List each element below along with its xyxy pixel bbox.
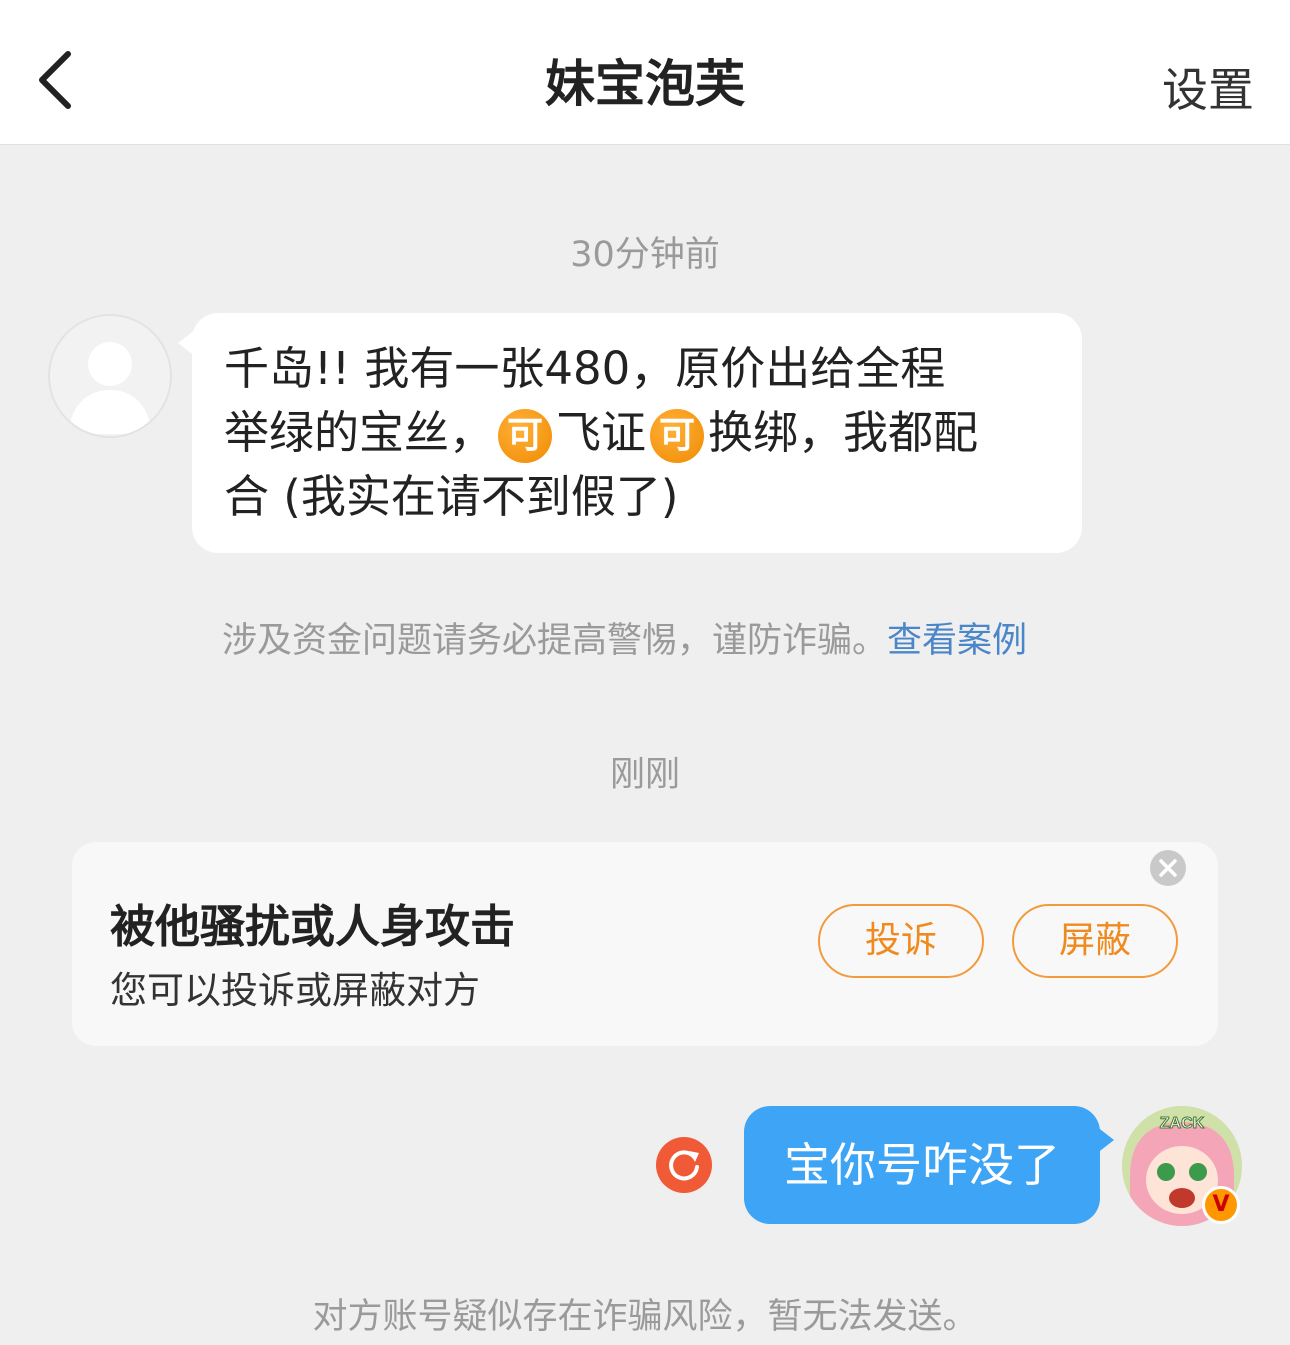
svg-text:ZACK: ZACK [1160,1115,1205,1132]
bubble-tail [1096,1126,1114,1154]
settings-button[interactable]: 设置 [1162,54,1254,120]
card-subtitle: 您可以投诉或屏蔽对方 [110,969,480,1012]
fraud-warning-text: 涉及资金问题请务必提高警惕，谨防诈骗。 [222,621,888,661]
chat-title: 妹宝泡芙 [545,55,745,113]
top-nav-bar: 妹宝泡芙 设置 [0,0,1290,145]
bubble-tail [178,329,196,357]
message-text: 举绿的宝丝， [224,406,495,459]
avatar[interactable] [48,314,172,438]
incoming-message-bubble[interactable]: 千岛!! 我有一张480，原价出给全程 举绿的宝丝，可飞证可换绑，我都配 合 (… [178,313,1082,553]
timestamp: 30分钟前 [570,235,720,275]
message-text: 换绑，我都配 [708,406,979,459]
close-icon [1159,859,1177,877]
refresh-icon [669,1150,699,1181]
block-button[interactable]: 屏蔽 [1012,904,1178,978]
harassment-card: 被他骚扰或人身攻击 您可以投诉或屏蔽对方 投诉 屏蔽 [72,842,1218,1046]
ke-emoji-icon: 可 [498,409,553,463]
send-failed-notice: 对方账号疑似存在诈骗风险，暂无法发送。 [312,1297,978,1337]
report-button[interactable]: 投诉 [818,904,984,978]
message-text: 飞证 [556,406,647,459]
close-card-button[interactable] [1150,850,1186,886]
message-line: 合 (我实在请不到假了) [224,470,679,523]
fraud-warning: 涉及资金问题请务必提高警惕，谨防诈骗。查看案例 [222,612,1027,663]
outgoing-message-bubble[interactable]: 宝你号咋没了 [744,1106,1114,1224]
verified-badge-icon: V [1202,1186,1240,1224]
card-title: 被他骚扰或人身攻击 [110,900,516,953]
timestamp: 刚刚 [609,755,680,795]
resend-button[interactable] [656,1137,712,1193]
message-text: 宝你号咋没了 [784,1138,1060,1192]
view-cases-link[interactable]: 查看案例 [887,621,1027,661]
message-line: 举绿的宝丝，可飞证可换绑，我都配 [224,401,1052,465]
message-line: 千岛!! 我有一张480，原价出给全程 [224,342,946,395]
default-user-icon [68,342,152,434]
ke-emoji-icon: 可 [650,409,705,463]
